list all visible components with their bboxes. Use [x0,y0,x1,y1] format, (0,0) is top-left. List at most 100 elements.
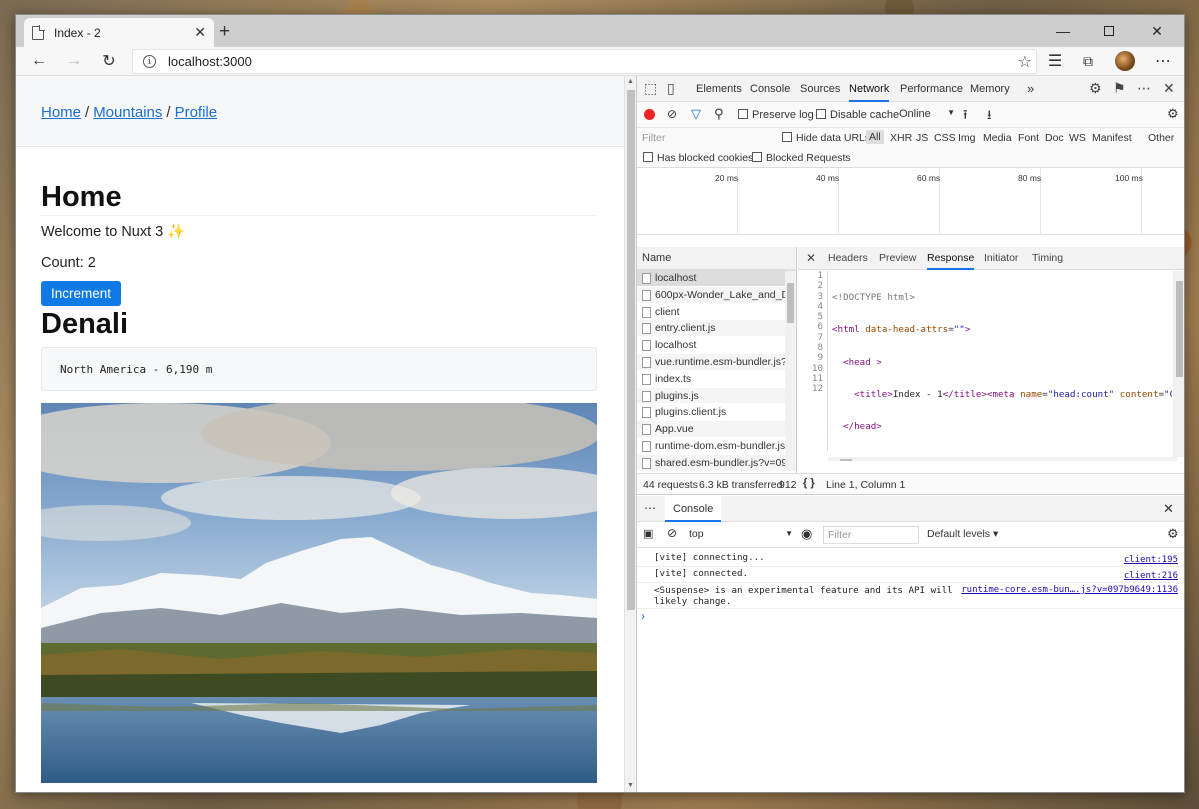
console-message-source[interactable]: client:216 [1124,569,1178,583]
request-list-scrollbar[interactable] [785,271,796,471]
pretty-print-icon[interactable]: { } [803,477,815,489]
favorites-icon[interactable]: ☰ [1042,49,1068,73]
tab-network[interactable]: Network [849,76,890,102]
scroll-down-icon[interactable]: ▼ [627,782,634,789]
request-row[interactable]: entry.client.js [637,320,796,338]
network-settings-icon[interactable]: ⚙ [1167,106,1179,122]
response-code-viewer[interactable]: 1 2 3 4 5 6 7 8 9 10 11 12 <!DOCTYPE html> <html da… [798,271,1184,461]
request-row[interactable]: localhost [637,337,796,354]
filter-type-manifest[interactable]: Manifest [1092,132,1132,144]
more-icon[interactable]: ⋯ [1150,49,1176,73]
site-info-icon[interactable]: i [143,55,156,68]
minimize-button[interactable]: — [1040,15,1086,47]
tab-headers[interactable]: Headers [828,247,868,270]
inspect-element-icon[interactable]: ⬚ [644,80,657,97]
close-tab-icon[interactable]: ✕ [194,24,206,41]
more-icon[interactable]: ⋯ [1137,80,1151,97]
close-drawer-icon[interactable]: ✕ [1163,501,1174,517]
gear-icon[interactable]: ⚙ [1089,80,1102,97]
eye-icon[interactable]: ◉ [801,526,812,542]
scrollbar-thumb[interactable] [840,459,852,461]
request-row[interactable]: shared.esm-bundler.js?v=097. [637,454,796,472]
tab-elements[interactable]: Elements [696,76,742,102]
record-icon[interactable] [644,109,655,120]
close-icon[interactable]: ✕ [1163,80,1175,97]
code-horizontal-scrollbar[interactable] [828,457,1177,461]
console-message-source[interactable]: client:195 [1124,553,1178,567]
maximize-button[interactable] [1086,15,1132,47]
close-details-icon[interactable]: ✕ [806,247,816,270]
clear-icon[interactable]: ⊘ [667,107,677,121]
filter-type-other[interactable]: Other [1148,132,1174,144]
filter-input[interactable]: Filter [642,132,665,144]
console-prompt[interactable]: › [641,609,645,623]
increment-button[interactable]: Increment [41,281,122,306]
sidebar-toggle-icon[interactable]: ▣ [643,527,653,540]
request-row[interactable]: runtime-dom.esm-bundler.js? [637,438,796,455]
filter-type-xhr[interactable]: XHR [890,132,912,144]
search-icon[interactable]: ⚲ [714,106,724,122]
request-row[interactable]: plugins.js [637,387,796,405]
tab-console[interactable]: Console [750,76,790,102]
filter-type-img[interactable]: Img [958,132,976,144]
console-filter-input[interactable]: Filter [823,526,919,544]
request-row[interactable]: App.vue [637,421,796,438]
breadcrumb-home-link[interactable]: Home [41,104,81,121]
star-icon[interactable]: ☆ [1018,52,1032,72]
feedback-icon[interactable]: ⚑ [1113,80,1126,97]
throttling-select[interactable]: Online ▼ [899,108,955,120]
tab-timing[interactable]: Timing [1032,247,1063,270]
tab-initiator[interactable]: Initiator [984,247,1018,270]
scrollbar-thumb[interactable] [1176,281,1183,377]
close-window-button[interactable]: ✕ [1134,15,1180,47]
clear-console-icon[interactable]: ⊘ [667,526,677,540]
request-row[interactable]: plugins.client.js [637,404,796,422]
filter-type-all[interactable]: All [866,130,884,144]
filter-icon[interactable]: ▽ [691,106,701,122]
reload-icon[interactable]: ↻ [96,49,122,73]
request-row[interactable]: vue.runtime.esm-bundler.js?v. [637,353,796,371]
upload-icon[interactable]: ⭱ [963,106,968,128]
address-bar[interactable]: i localhost:3000 ☆ [132,49,1037,74]
breadcrumb-mountains-link[interactable]: Mountains [93,104,162,121]
forward-arrow-icon[interactable]: → [61,49,87,73]
preserve-log-checkbox[interactable]: Preserve log [738,109,814,121]
back-arrow-icon[interactable]: ← [26,49,52,73]
collections-icon[interactable]: ⧉ [1075,49,1101,73]
console-settings-icon[interactable]: ⚙ [1167,526,1179,542]
console-message-source[interactable]: runtime-core.esm-bun….js?v=097b9649:1136 [961,585,1178,596]
breadcrumb-profile-link[interactable]: Profile [175,104,218,121]
disable-cache-checkbox[interactable]: Disable cache [816,109,899,121]
log-levels-select[interactable]: Default levels ▾ [927,528,998,540]
tab-response[interactable]: Response [927,247,975,270]
scrollbar-thumb[interactable] [787,283,794,323]
drawer-tab-console[interactable]: Console [665,496,722,522]
more-tabs-icon[interactable]: » [1027,76,1034,102]
filter-type-js[interactable]: JS [916,132,928,144]
tab-performance[interactable]: Performance [900,76,963,102]
browser-tab[interactable]: Index - 2 ✕ [24,18,214,47]
filter-type-media[interactable]: Media [983,132,1012,144]
network-overview-timeline[interactable]: 20 ms 40 ms 60 ms 80 ms 100 ms [637,168,1184,235]
context-select[interactable]: top ▼ [685,526,795,544]
download-icon[interactable]: ⭳ [987,106,992,128]
request-row[interactable]: 600px-Wonder_Lake_and_Der [637,286,796,304]
scrollbar-thumb[interactable] [627,90,635,610]
hide-data-urls-checkbox[interactable]: Hide data URLs [782,132,870,144]
tab-sources[interactable]: Sources [800,76,840,102]
request-row[interactable]: index.ts [637,371,796,388]
blocked-requests-checkbox[interactable]: Blocked Requests [752,152,851,164]
tab-preview[interactable]: Preview [879,247,916,270]
filter-type-ws[interactable]: WS [1069,132,1086,144]
filter-type-css[interactable]: CSS [934,132,956,144]
page-scrollbar[interactable]: ▲ ▼ [624,76,636,792]
code-vertical-scrollbar[interactable] [1173,271,1184,457]
has-blocked-cookies-checkbox[interactable]: Has blocked cookies [643,152,753,164]
device-toolbar-icon[interactable]: ▯ [667,80,675,97]
drawer-menu-icon[interactable]: ⋯ [644,501,656,515]
scroll-up-icon[interactable]: ▲ [627,78,634,85]
request-row[interactable]: client [637,304,796,321]
profile-avatar-button[interactable] [1112,49,1138,73]
new-tab-button[interactable]: + [219,21,230,43]
tab-memory[interactable]: Memory [970,76,1010,102]
